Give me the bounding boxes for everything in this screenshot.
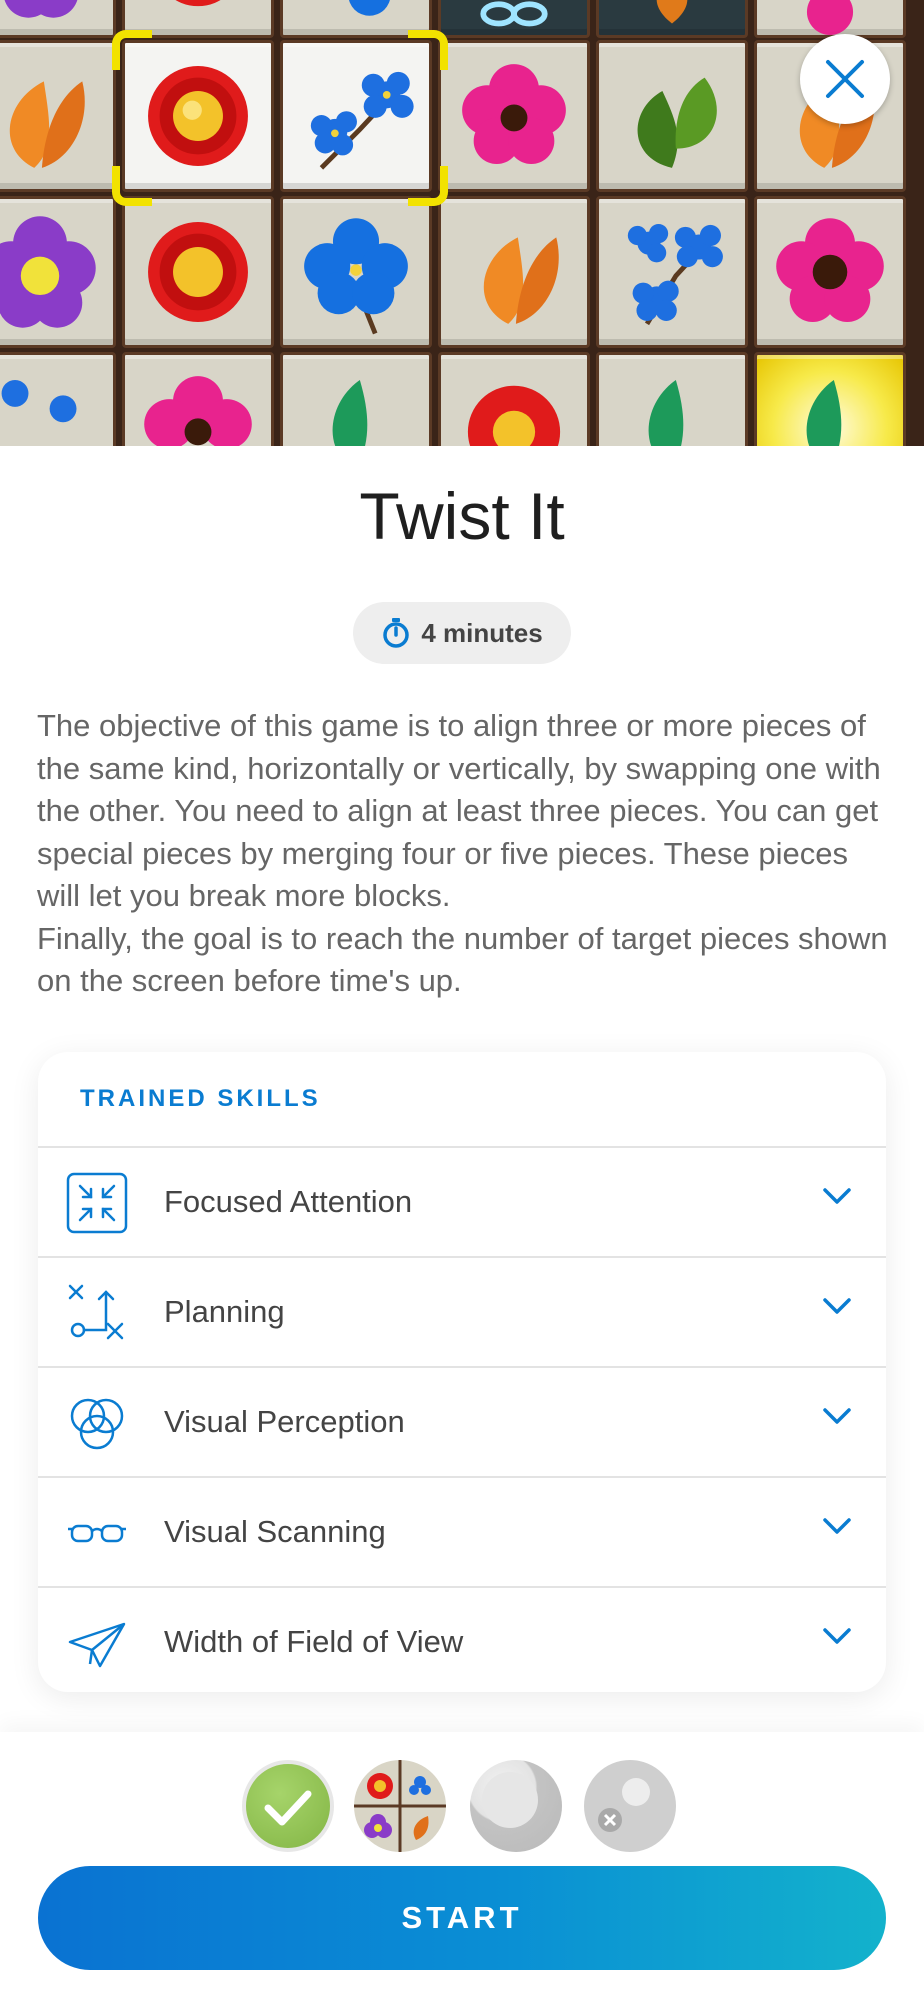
paper-plane-icon (68, 1622, 126, 1668)
duration-badge: 4 minutes (353, 602, 571, 664)
checkmark-icon (264, 1790, 312, 1826)
tile-leaf-teal (596, 352, 748, 446)
chevron-down-icon (823, 1628, 851, 1644)
tile-flower-blue (280, 196, 432, 348)
tile-flower-pink (438, 40, 590, 192)
trained-skills-card: TRAINED SKILLS Focused Attention Plannin… (38, 1052, 886, 1692)
mode-locked-button[interactable] (584, 1760, 676, 1852)
mode-level-button[interactable] (470, 1760, 562, 1852)
start-button[interactable]: START (38, 1866, 886, 1970)
locked-ball-icon (598, 1778, 650, 1832)
tile-flower-red (438, 352, 590, 446)
flower-grid-icon (354, 1760, 446, 1852)
selection-corner-br (408, 166, 448, 206)
skill-row-visual-scanning[interactable]: Visual Scanning (38, 1478, 886, 1588)
selection-corner-bl (112, 166, 152, 206)
tile-flower-purple (0, 0, 116, 38)
mode-completed-button[interactable] (242, 1760, 334, 1852)
tile-flower-pink (122, 352, 274, 446)
tile-leaf-glowing (754, 352, 906, 446)
skill-row-field-of-view[interactable]: Width of Field of View (38, 1588, 886, 1692)
skill-row-visual-perception[interactable]: Visual Perception (38, 1368, 886, 1478)
skill-row-focused-attention[interactable]: Focused Attention (38, 1148, 886, 1258)
tile-special-neon (438, 0, 590, 38)
skill-label: Visual Perception (164, 1404, 405, 1439)
tile-leaf-teal (280, 352, 432, 446)
skill-label: Focused Attention (164, 1184, 413, 1219)
skill-label: Visual Scanning (164, 1514, 386, 1549)
game-title: Twist It (359, 479, 565, 553)
stopwatch-icon (383, 618, 410, 648)
chevron-down-icon (823, 1518, 851, 1534)
tile-leaf-orange-dark (596, 0, 748, 38)
gray-ball-icon (482, 1772, 538, 1828)
chevron-down-icon (823, 1408, 851, 1424)
glasses-icon (68, 1524, 126, 1543)
skill-row-planning[interactable]: Planning (38, 1258, 886, 1368)
skill-label: Width of Field of View (164, 1624, 464, 1659)
close-icon (826, 60, 864, 98)
tile-flower-blue (0, 352, 116, 446)
overlapping-circles-icon (70, 1398, 124, 1450)
game-description: The objective of this game is to align t… (37, 705, 897, 1003)
tile-leaf-orange (438, 196, 590, 348)
skill-label: Planning (164, 1294, 285, 1329)
description-paragraph: Finally, the goal is to reach the number… (37, 920, 888, 999)
tile-flower-purple (0, 196, 116, 348)
chevron-down-icon (823, 1188, 851, 1204)
tile-flower-pink (754, 0, 906, 38)
game-preview-board (0, 0, 924, 446)
focus-arrows-icon (66, 1172, 128, 1234)
tile-leaf-orange (0, 40, 116, 192)
description-paragraph: The objective of this game is to align t… (37, 708, 881, 913)
duration-label: 4 minutes (421, 617, 543, 648)
trained-skills-header: TRAINED SKILLS (38, 1052, 886, 1148)
mode-tutorial-button[interactable] (354, 1760, 446, 1852)
tile-flower-red (122, 196, 274, 348)
tile-flower-blue (596, 196, 748, 348)
chevron-down-icon (823, 1298, 851, 1314)
tile-flower-pink (754, 196, 906, 348)
strategy-plan-icon (68, 1284, 124, 1340)
selection-corner-tr (408, 30, 448, 70)
tile-leaf-green (596, 40, 748, 192)
close-button[interactable] (800, 34, 890, 124)
selection-corner-tl (112, 30, 152, 70)
